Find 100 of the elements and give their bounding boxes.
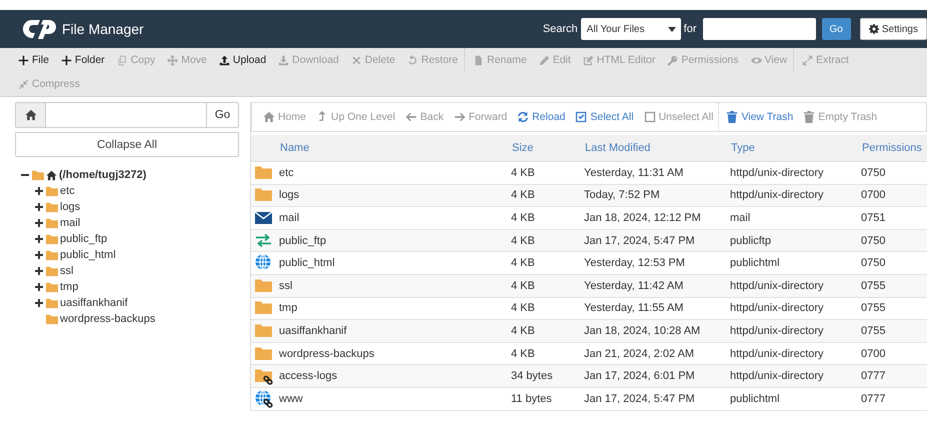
logo-icon bbox=[22, 18, 56, 40]
globe-icon bbox=[255, 254, 273, 272]
column-header[interactable]: Type bbox=[730, 135, 861, 162]
key-icon bbox=[667, 54, 678, 66]
expand-icon[interactable] bbox=[35, 251, 43, 259]
nav-button[interactable]: View Trash bbox=[718, 103, 798, 131]
column-header[interactable]: Last Modified bbox=[584, 135, 730, 162]
size-cell: 34 bytes bbox=[511, 364, 584, 388]
tree-item[interactable]: mail bbox=[35, 215, 239, 231]
caret-icon bbox=[668, 26, 676, 32]
permissions-cell: 0751 bbox=[861, 206, 927, 230]
undo-icon bbox=[407, 54, 418, 66]
name-cell[interactable]: mail bbox=[279, 206, 511, 230]
permissions-cell: 0777 bbox=[861, 387, 927, 410]
permissions-cell: 0700 bbox=[861, 184, 927, 207]
tree-item[interactable]: wordpress-backups bbox=[35, 311, 239, 327]
permissions-cell: 0750 bbox=[861, 162, 927, 184]
name-cell[interactable]: www bbox=[279, 387, 511, 410]
type-cell: httpd/unix-directory bbox=[730, 274, 861, 298]
folder-icon bbox=[255, 164, 273, 182]
tree-item[interactable]: public_html bbox=[35, 247, 239, 263]
search-label: Search bbox=[542, 23, 578, 35]
upload-icon bbox=[218, 54, 230, 66]
name-cell[interactable]: logs bbox=[279, 184, 511, 207]
folder-icon bbox=[46, 201, 58, 213]
tree-item[interactable]: (/home/tugj3272) bbox=[21, 167, 239, 183]
size-cell: 4 KB bbox=[511, 206, 584, 230]
folder-icon bbox=[46, 185, 58, 197]
modified-cell: Jan 18, 2024, 12:12 PM bbox=[584, 206, 730, 230]
collapse-all-button[interactable]: Collapse All bbox=[15, 132, 239, 157]
name-cell[interactable]: public_html bbox=[279, 252, 511, 274]
tree-item[interactable]: tmp bbox=[35, 279, 239, 295]
expand-icon[interactable] bbox=[35, 283, 43, 291]
toolbar-button[interactable]: File bbox=[12, 48, 55, 72]
app-title: File Manager bbox=[62, 21, 145, 37]
type-cell: publichtml bbox=[730, 252, 861, 274]
folder-icon bbox=[255, 344, 273, 363]
tree-item[interactable]: etc bbox=[35, 183, 239, 199]
trash-icon bbox=[803, 111, 816, 123]
tree-item[interactable]: ssl bbox=[35, 263, 239, 279]
home-icon bbox=[24, 109, 36, 121]
path-field[interactable]: Go bbox=[15, 102, 239, 128]
expand-icon bbox=[802, 54, 814, 66]
go-button[interactable]: Go bbox=[822, 18, 851, 40]
folder-icon bbox=[46, 217, 58, 229]
home-button[interactable] bbox=[16, 103, 46, 127]
name-cell[interactable]: ssl bbox=[279, 274, 511, 298]
column-header[interactable]: Name bbox=[279, 135, 511, 162]
gear-icon bbox=[868, 24, 879, 34]
name-cell[interactable]: etc bbox=[279, 162, 511, 184]
name-cell[interactable]: public_ftp bbox=[279, 229, 511, 252]
expand-icon[interactable] bbox=[35, 235, 43, 243]
go-button[interactable]: Go bbox=[206, 103, 238, 127]
tree-item[interactable]: public_ftp bbox=[35, 231, 239, 247]
folder-icon bbox=[46, 249, 58, 261]
tree-item[interactable]: uasiffankhanif bbox=[35, 295, 239, 311]
checkbox-icon bbox=[575, 111, 588, 123]
toolbar-button[interactable]: Upload bbox=[212, 48, 272, 72]
compress-icon bbox=[18, 78, 29, 90]
size-cell: 4 KB bbox=[511, 229, 584, 252]
permissions-cell: 0750 bbox=[861, 252, 927, 274]
folder-icon bbox=[46, 313, 58, 325]
type-cell: httpd/unix-directory bbox=[730, 162, 861, 184]
nav-button[interactable]: Reload bbox=[512, 103, 570, 131]
move-icon bbox=[167, 54, 178, 66]
download-icon bbox=[278, 54, 290, 66]
permissions-cell: 0750 bbox=[861, 229, 927, 252]
type-cell: publichtml bbox=[730, 387, 861, 410]
plus-icon bbox=[60, 54, 72, 66]
collapse-icon[interactable] bbox=[21, 171, 29, 179]
expand-icon[interactable] bbox=[35, 187, 43, 195]
modified-cell: Today, 7:52 PM bbox=[584, 184, 730, 207]
exchange-icon bbox=[255, 232, 273, 250]
home-icon bbox=[46, 170, 57, 180]
expand-icon[interactable] bbox=[35, 267, 43, 275]
settings-button[interactable]: Settings bbox=[860, 18, 927, 40]
column-header[interactable]: Permissions bbox=[861, 135, 927, 162]
folder-icon bbox=[46, 281, 58, 293]
expand-icon[interactable] bbox=[35, 299, 43, 307]
modified-cell: Jan 17, 2024, 5:47 PM bbox=[584, 229, 730, 252]
name-cell[interactable]: uasiffankhanif bbox=[279, 320, 511, 342]
name-cell[interactable]: access-logs bbox=[279, 364, 511, 388]
expand-icon[interactable] bbox=[35, 219, 43, 227]
modified-cell: Yesterday, 12:53 PM bbox=[584, 252, 730, 274]
nav-button[interactable]: Select All bbox=[570, 103, 639, 131]
expand-icon[interactable] bbox=[35, 203, 43, 211]
edit-icon bbox=[582, 54, 594, 66]
search-scope-dropdown[interactable]: All Your Files bbox=[580, 18, 681, 40]
type-cell: publicftp bbox=[730, 229, 861, 252]
toolbar-button[interactable]: Folder bbox=[54, 48, 111, 72]
modified-cell: Yesterday, 11:42 AM bbox=[584, 274, 730, 298]
search-field[interactable] bbox=[702, 18, 816, 40]
type-cell: mail bbox=[730, 206, 861, 230]
column-header[interactable]: Size bbox=[511, 135, 584, 162]
size-cell: 4 KB bbox=[511, 184, 584, 207]
permissions-cell: 0777 bbox=[861, 364, 927, 388]
modified-cell: Jan 18, 2024, 10:28 AM bbox=[584, 320, 730, 342]
copy-icon bbox=[116, 54, 128, 66]
tree-item[interactable]: logs bbox=[35, 199, 239, 215]
size-cell: 4 KB bbox=[511, 252, 584, 274]
